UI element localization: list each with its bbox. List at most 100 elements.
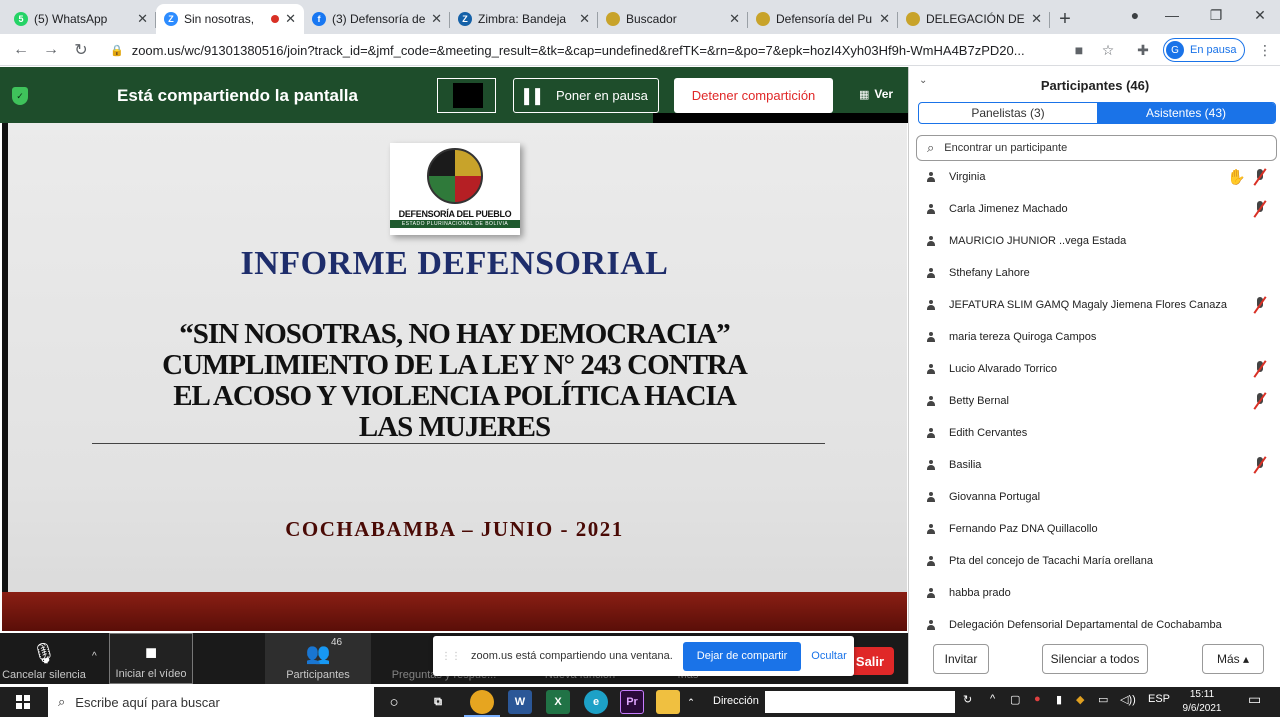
participant-row[interactable]: Lucio Alvarado Torrico [909,354,1280,386]
language-indicator[interactable]: ESP [1148,693,1170,705]
muted-mic-icon[interactable] [1253,297,1267,313]
participant-row[interactable]: MAURICIO JHUNIOR ..vega Estada [909,226,1280,258]
cortana-icon[interactable]: ○ [382,690,406,714]
close-window-button[interactable]: ✕ [1238,0,1280,30]
unmute-button[interactable]: 🎙 Cancelar silencia [0,633,88,684]
participant-row[interactable]: Fernando Paz DNA Quillacollo [909,514,1280,546]
participant-row[interactable]: Giovanna Portugal [909,482,1280,514]
camera-icon[interactable]: ■ [1067,38,1091,62]
participants-count: 46 [331,637,343,648]
close-tab-icon[interactable]: ✕ [1031,11,1042,27]
tab-title: (3) Defensoría de [332,12,426,26]
network-icon[interactable]: ▭ [1098,693,1108,706]
participant-row[interactable]: Sthefany Lahore [909,258,1280,290]
participant-list: Virginia ✋ Carla Jimenez Machado MAURICIO J… [909,162,1280,642]
tray-app-icon[interactable]: ▮ [1056,693,1062,706]
participant-row[interactable]: maria tereza Quiroga Campos [909,322,1280,354]
mute-all-button[interactable]: Silenciar a todos [1042,644,1148,674]
browser-tab[interactable]: 5 (5) WhatsApp ✕ [6,4,156,34]
tray-app-icon[interactable]: ● [1034,693,1041,705]
share-preview-thumbnail[interactable] [437,78,496,113]
address-dropdown-icon[interactable]: ⌄ [938,693,947,706]
muted-mic-icon[interactable] [1253,457,1267,473]
participants-button[interactable]: 👥 46 Participantes [265,633,371,684]
browser-tab[interactable]: Defensoría del Pu ✕ [748,4,898,34]
browser-tab[interactable]: DELEGACIÓN DE ✕ [898,4,1050,34]
stop-sharing-button[interactable]: Dejar de compartir [682,641,802,671]
forward-arrow-icon[interactable]: → [36,35,66,65]
participant-row[interactable]: Basilia [909,450,1280,482]
participant-row[interactable]: Pta del concejo de Tacachi María orellan… [909,546,1280,578]
close-tab-icon[interactable]: ✕ [579,11,590,27]
audio-options-chevron-icon[interactable]: ^ [92,651,97,662]
participant-row[interactable]: habba prado [909,578,1280,610]
share-notification: ⋮⋮ zoom.us está compartiendo una ventana… [433,636,854,676]
participant-row[interactable]: Betty Bernal [909,386,1280,418]
close-tab-icon[interactable]: ✕ [729,11,740,27]
tray-overflow-icon[interactable]: ^ [990,693,995,705]
browser-tab[interactable]: Z Sin nosotras, ✕ [156,4,304,34]
browser-tab[interactable]: Z Zimbra: Bandeja ✕ [450,4,598,34]
profile-button[interactable]: G En pausa [1163,38,1246,62]
view-options-button[interactable]: ▦ Ver [848,79,904,109]
close-tab-icon[interactable]: ✕ [879,11,890,27]
participant-row[interactable]: Carla Jimenez Machado [909,194,1280,226]
participant-name: Sthefany Lahore [949,267,1030,279]
participant-row[interactable]: Edith Cervantes [909,418,1280,450]
drag-handle-icon[interactable]: ⋮⋮ [441,651,461,662]
muted-mic-icon[interactable] [1253,169,1267,185]
participant-row[interactable]: Virginia ✋ [909,162,1280,194]
invite-button[interactable]: Invitar [933,644,989,674]
close-tab-icon[interactable]: ✕ [137,11,148,27]
unmute-label: Cancelar silencia [2,669,86,681]
user-icon [926,332,936,343]
participant-row[interactable]: Delegación Defensorial Departamental de … [909,610,1280,642]
premiere-icon[interactable]: Pr [620,690,644,714]
excel-icon[interactable]: X [546,690,570,714]
new-tab-button[interactable]: + [1050,4,1080,34]
minimize-button[interactable]: — [1150,0,1194,30]
muted-mic-icon[interactable] [1253,393,1267,409]
chrome-icon[interactable] [464,690,500,717]
taskbar-scroll-icon[interactable]: ⌃ [684,690,698,714]
restore-button[interactable]: ❐ [1194,0,1238,30]
pause-share-button[interactable]: ▌▌ Poner en pausa [513,78,659,113]
tray-app-icon[interactable]: ▢ [1010,693,1020,706]
muted-mic-icon[interactable] [1253,361,1267,377]
edge-icon[interactable]: e [584,690,608,714]
extensions-puzzle-icon[interactable]: ✚ [1131,38,1155,62]
tab-attendees[interactable]: Asistentes (43) [1097,103,1275,123]
back-arrow-icon[interactable]: ← [6,35,36,65]
taskbar-search-input[interactable]: ⌕ Escribe aquí para buscar [48,687,374,717]
browser-tab[interactable]: Buscador ✕ [598,4,748,34]
reload-icon[interactable]: ↻ [66,35,96,65]
windows-start-icon[interactable] [16,695,30,709]
file-explorer-icon[interactable] [656,690,680,714]
close-tab-icon[interactable]: ✕ [285,11,296,27]
security-shield-icon[interactable]: ✓ [12,87,28,105]
more-options-button[interactable]: Más ▴ [1202,644,1264,674]
address-bar[interactable]: 🔒 zoom.us/wc/91301380516/join?track_id=&… [110,37,1130,63]
word-icon[interactable]: W [508,690,532,714]
start-video-button[interactable]: ■ Iniciar el vídeo [109,633,193,684]
participant-row[interactable]: JEFATURA SLIM GAMQ Magaly Jiemena Flores… [909,290,1280,322]
raised-hand-icon: ✋ [1227,169,1246,186]
user-icon [926,236,936,247]
tab-title: DELEGACIÓN DE [926,12,1025,26]
browser-menu-icon[interactable]: ⋮ [1253,38,1277,62]
muted-mic-icon[interactable] [1253,201,1267,217]
notifications-icon[interactable]: ▭ [1248,691,1261,708]
task-view-icon[interactable]: ⧉ [426,690,450,714]
tray-app-icon[interactable]: ◆ [1076,693,1084,706]
participant-search-input[interactable]: ⌕ Encontrar un participante [916,135,1277,161]
hide-notice-link[interactable]: Ocultar [811,650,846,662]
tab-panelists[interactable]: Panelistas (3) [919,103,1097,123]
volume-icon[interactable]: ◁)) [1120,693,1136,706]
browser-tab[interactable]: f (3) Defensoría de ✕ [304,4,450,34]
refresh-icon[interactable]: ↻ [963,693,972,706]
clock[interactable]: 15:11 9/6/2021 [1177,688,1227,716]
address-toolbar-input[interactable] [765,691,955,713]
stop-share-button[interactable]: Detener compartición [674,78,833,113]
bookmark-star-icon[interactable]: ☆ [1096,38,1120,62]
close-tab-icon[interactable]: ✕ [431,11,442,27]
